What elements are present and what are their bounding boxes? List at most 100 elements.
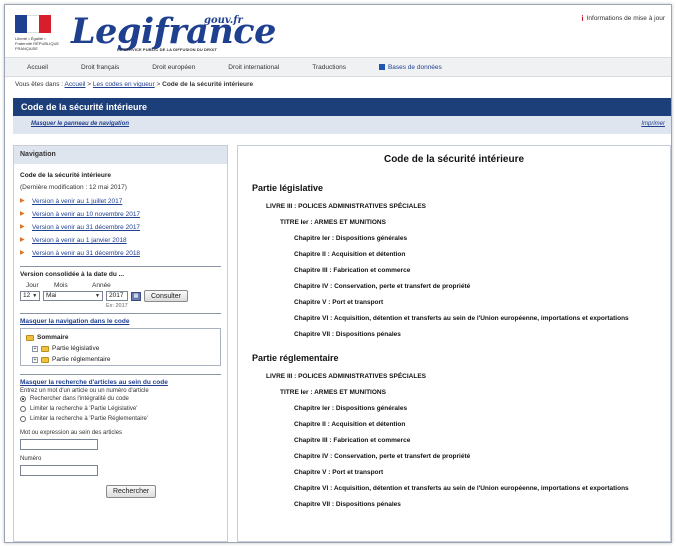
mask-search-link[interactable]: Masquer la recherche d'articles au sein … xyxy=(20,379,221,386)
day-value: 12 xyxy=(23,292,31,299)
chapter-link[interactable]: Chapitre IV : Conservation, perte et tra… xyxy=(294,283,470,290)
livre-link[interactable]: LIVRE III : POLICES ADMINISTRATIVES SPÉC… xyxy=(266,373,426,380)
expression-input[interactable] xyxy=(20,439,98,450)
info-icon: i xyxy=(581,14,584,23)
mask-navigation-link[interactable]: Masquer la navigation dans le code xyxy=(20,318,221,325)
radio-label: Rechercher dans l'intégralité du code xyxy=(30,396,129,402)
chapter-link[interactable]: Chapitre II : Acquisition et détention xyxy=(294,251,405,258)
versions-list: ▶ Version à venir au 1 juillet 2017 ▶ Vers… xyxy=(20,195,221,260)
nav-traductions[interactable]: Traductions xyxy=(312,64,346,71)
chapter-link[interactable]: Chapitre Ier : Dispositions générales xyxy=(294,405,407,412)
chapter-link[interactable]: Chapitre VI : Acquisition, détention et … xyxy=(294,485,629,492)
version-item[interactable]: ▶ Version à venir au 31 décembre 2017 xyxy=(20,221,221,234)
chapter-link[interactable]: Chapitre IV : Conservation, perte et tra… xyxy=(294,453,470,460)
arrow-right-icon: ▶ xyxy=(20,250,25,256)
radio-reglementaire[interactable]: Limiter la recherche à 'Partie Réglement… xyxy=(20,414,221,424)
chapter-link[interactable]: Chapitre V : Port et transport xyxy=(294,299,383,306)
page-title-bar: Code de la sécurité intérieure xyxy=(13,98,671,116)
breadcrumb-codes[interactable]: Les codes en vigueur xyxy=(93,81,155,88)
radio-label: Limiter la recherche à 'Partie Réglement… xyxy=(30,416,149,422)
brand-tagline: LE SERVICE PUBLIC DE LA DIFFUSION DU DRO… xyxy=(117,47,217,52)
divider xyxy=(20,266,221,267)
top-navigation: Accueil Droit français Droit européen Dr… xyxy=(5,57,671,77)
version-item[interactable]: ▶ Version à venir au 1 juillet 2017 xyxy=(20,195,221,208)
divider xyxy=(20,374,221,375)
brand-name[interactable]: Legifrance xyxy=(71,11,276,52)
main-title: Code de la sécurité intérieure xyxy=(383,154,525,165)
year-example: Ex: 2017 xyxy=(106,303,128,309)
month-value: Mai xyxy=(46,292,57,299)
titre-link[interactable]: TITRE Ier : ARMES ET MUNITIONS xyxy=(280,389,386,396)
consult-button[interactable]: Consulter xyxy=(144,290,188,302)
month-select[interactable]: Mai ▼ xyxy=(43,291,103,301)
marianne-logo[interactable]: Liberté • Égalité • Fraternité RÉPUBLIQU… xyxy=(15,15,61,51)
search-button-row: Rechercher xyxy=(20,485,221,498)
search-button[interactable]: Rechercher xyxy=(106,485,157,498)
chapter-link[interactable]: Chapitre III : Fabrication et commerce xyxy=(294,267,410,274)
arrow-right-icon: ▶ xyxy=(20,211,25,217)
last-modified: (Dernière modification : 12 mai 2017) xyxy=(20,184,127,191)
year-input[interactable]: 2017 xyxy=(106,291,128,301)
version-item[interactable]: ▶ Version à venir au 1 janvier 2018 xyxy=(20,234,221,247)
expand-icon[interactable]: + xyxy=(32,345,38,352)
version-link[interactable]: Version à venir au 1 janvier 2018 xyxy=(32,234,127,247)
nav-droit-europeen[interactable]: Droit européen xyxy=(152,64,195,71)
nav-droit-francais[interactable]: Droit français xyxy=(81,64,119,71)
calendar-icon[interactable]: ▦ xyxy=(131,291,141,301)
flag-red-band xyxy=(39,15,51,33)
chapter-link[interactable]: Chapitre VII : Dispositions pénales xyxy=(294,501,401,508)
radio-button[interactable] xyxy=(20,406,26,412)
month-label: Mois xyxy=(54,282,68,289)
chapter-link[interactable]: Chapitre III : Fabrication et commerce xyxy=(294,437,410,444)
chapter-link[interactable]: Chapitre VII : Dispositions pénales xyxy=(294,331,401,338)
breadcrumb: Vous êtes dans : Accueil > Les codes en … xyxy=(15,81,253,88)
breadcrumb-separator: > xyxy=(156,81,161,88)
folder-icon xyxy=(41,356,49,363)
arrow-right-icon: ▶ xyxy=(20,198,25,204)
chapter-link[interactable]: Chapitre Ier : Dispositions générales xyxy=(294,235,407,242)
tree-item-reglementaire[interactable]: + Partie réglementaire xyxy=(26,354,215,365)
arrow-right-icon: ▶ xyxy=(20,237,25,243)
date-inputs: 12 ▼ Mai ▼ 2017 ▦ Consulter xyxy=(20,290,221,302)
folder-icon xyxy=(26,334,34,341)
flag-blue-band xyxy=(15,15,27,33)
radio-whole-code[interactable]: Rechercher dans l'intégralité du code xyxy=(20,394,221,404)
version-link[interactable]: Version à venir au 10 novembre 2017 xyxy=(32,208,140,221)
main-content: Code de la sécurité intérieure Partie lé… xyxy=(237,145,671,542)
chapter-link[interactable]: Chapitre VI : Acquisition, détention et … xyxy=(294,315,629,322)
part-heading-legislative: Partie législative xyxy=(252,183,324,193)
tree-item-legislative[interactable]: + Partie législative xyxy=(26,343,215,354)
sidebar-heading: Navigation xyxy=(14,146,227,164)
livre-link[interactable]: LIVRE III : POLICES ADMINISTRATIVES SPÉC… xyxy=(266,203,426,210)
expand-icon[interactable]: + xyxy=(32,356,38,363)
arrow-right-icon: ▶ xyxy=(20,224,25,230)
day-select[interactable]: 12 ▼ xyxy=(20,291,40,301)
titre-link[interactable]: TITRE Ier : ARMES ET MUNITIONS xyxy=(280,219,386,226)
version-link[interactable]: Version à venir au 31 décembre 2017 xyxy=(32,221,140,234)
version-item[interactable]: ▶ Version à venir au 31 décembre 2018 xyxy=(20,247,221,260)
update-info-label: Informations de mise à jour xyxy=(586,15,665,22)
tree-root-label: Sommaire xyxy=(37,334,69,341)
expression-label: Mot ou expression au sein des articles xyxy=(20,430,123,436)
version-link[interactable]: Version à venir au 31 décembre 2018 xyxy=(32,247,140,260)
radio-legislative[interactable]: Limiter la recherche à 'Partie Législati… xyxy=(20,404,221,414)
breadcrumb-accueil[interactable]: Accueil xyxy=(65,81,86,88)
hide-navigation-link[interactable]: Masquer le panneau de navigation xyxy=(31,121,129,127)
version-item[interactable]: ▶ Version à venir au 10 novembre 2017 xyxy=(20,208,221,221)
nav-droit-international[interactable]: Droit international xyxy=(228,64,279,71)
nav-bases-de-donnees[interactable]: Bases de données xyxy=(378,64,442,71)
chapter-link[interactable]: Chapitre II : Acquisition et détention xyxy=(294,421,405,428)
chapter-link[interactable]: Chapitre V : Port et transport xyxy=(294,469,383,476)
update-info-link[interactable]: i Informations de mise à jour xyxy=(581,14,665,23)
breadcrumb-current: Code de la sécurité intérieure xyxy=(162,81,254,88)
part-heading-reglementaire: Partie réglementaire xyxy=(252,353,339,363)
print-link[interactable]: Imprimer xyxy=(641,121,665,127)
tree-root[interactable]: Sommaire xyxy=(26,332,215,343)
nav-accueil[interactable]: Accueil xyxy=(27,64,48,71)
republic-text: Liberté • Égalité • Fraternité RÉPUBLIQU… xyxy=(15,36,60,51)
radio-button[interactable] xyxy=(20,396,26,402)
number-input[interactable] xyxy=(20,465,98,476)
version-link[interactable]: Version à venir au 1 juillet 2017 xyxy=(32,195,122,208)
radio-button[interactable] xyxy=(20,416,26,422)
sidebar-content: Code de la sécurité intérieure (Dernière… xyxy=(20,170,221,498)
